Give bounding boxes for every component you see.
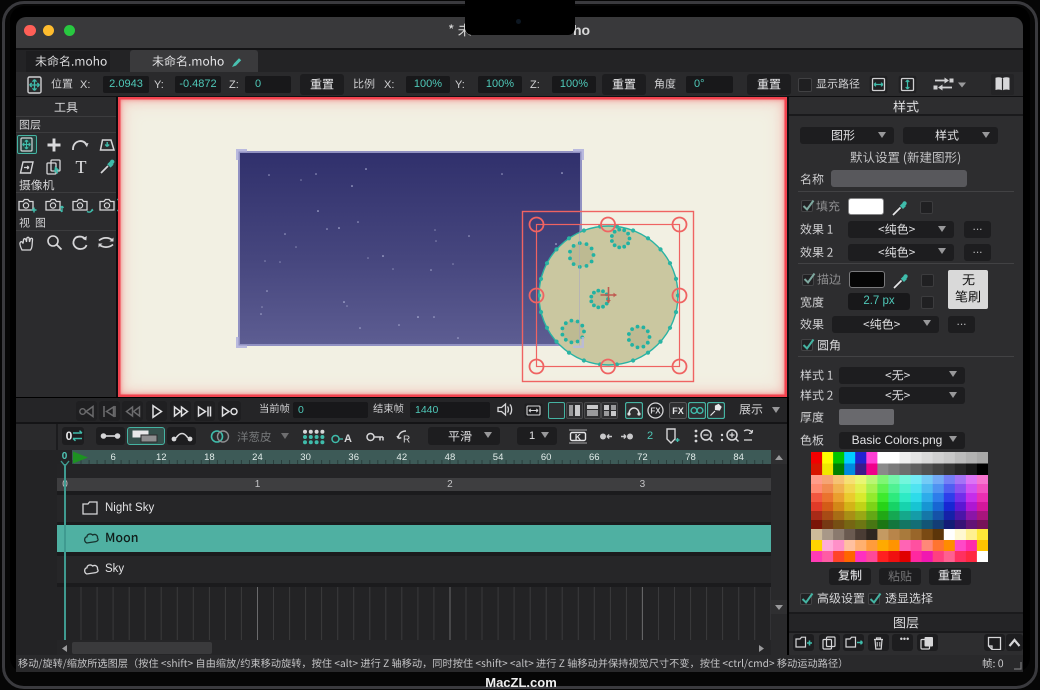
svg-text:A: A [344,433,352,444]
svg-text:FX: FX [672,406,684,416]
svg-text:K: K [575,432,582,442]
svg-text:FX: FX [650,406,661,415]
svg-text:R: R [403,435,410,446]
